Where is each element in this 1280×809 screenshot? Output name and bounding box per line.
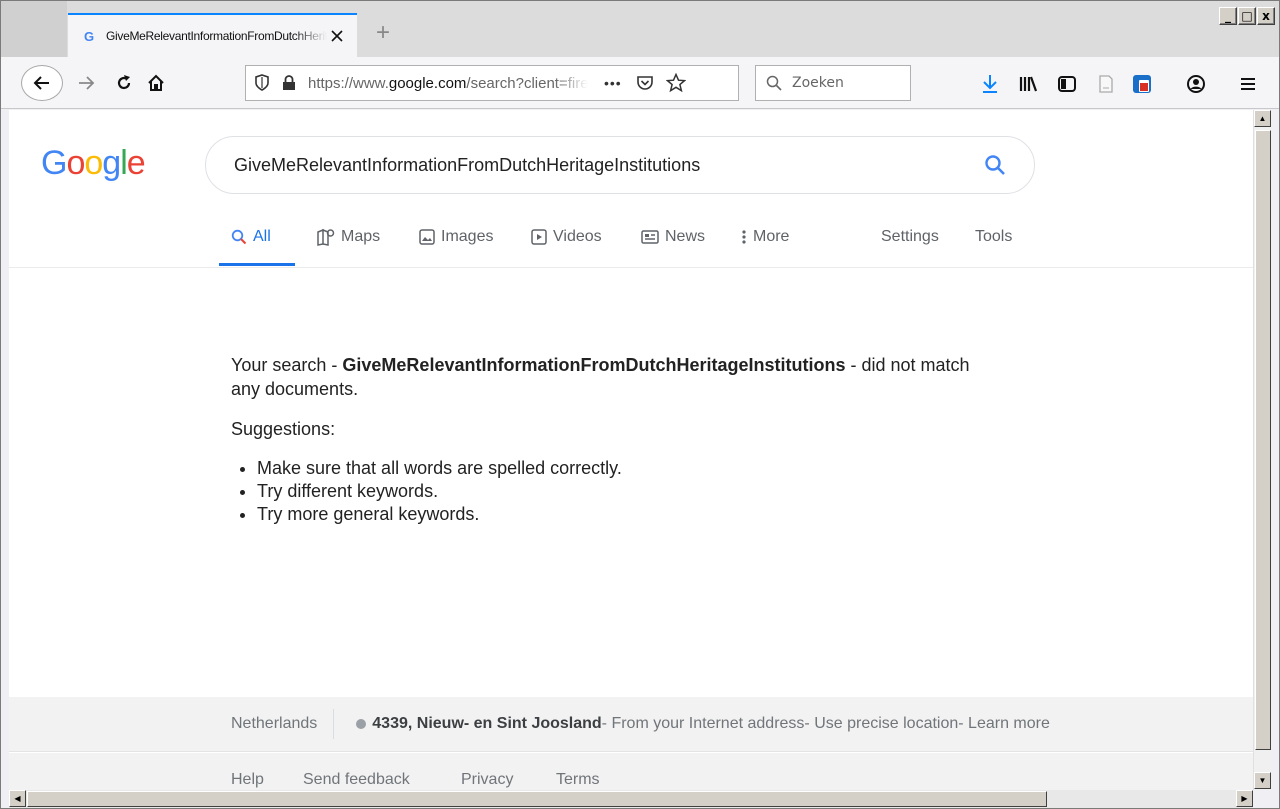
tab-strip: G GiveMeRelevantInformationFromDutchHeri… xyxy=(1,1,1279,57)
location-dot-icon xyxy=(356,719,367,729)
active-tab-indicator xyxy=(219,263,295,266)
pocket-icon[interactable] xyxy=(636,74,654,92)
list-item: Try different keywords. xyxy=(257,480,1001,503)
window-controls: _ □ x xyxy=(1219,7,1275,25)
google-logo[interactable]: Google xyxy=(41,144,146,183)
list-item: Try more general keywords. xyxy=(257,503,1001,526)
tab-news[interactable]: News xyxy=(641,228,705,246)
use-precise-location-link[interactable]: - Use precise location xyxy=(804,715,958,733)
minimize-button[interactable]: _ xyxy=(1219,7,1237,25)
browser-search-bar[interactable] xyxy=(755,65,911,101)
page-actions-icon[interactable]: ••• xyxy=(604,75,622,91)
logo-letter: e xyxy=(126,144,146,182)
google-search-box[interactable]: GiveMeRelevantInformationFromDutchHerita… xyxy=(205,136,1035,194)
suggestions-list: Make sure that all words are spelled cor… xyxy=(257,457,1001,526)
logo-letter: o xyxy=(84,144,103,182)
search-query[interactable]: GiveMeRelevantInformationFromDutchHerita… xyxy=(234,155,984,176)
forward-button[interactable] xyxy=(69,66,103,100)
scroll-down-arrow-icon[interactable]: ▼ xyxy=(1254,772,1271,789)
menu-icon[interactable] xyxy=(1237,73,1259,95)
vertical-scroll-thumb[interactable] xyxy=(1255,130,1271,750)
logo-letter: G xyxy=(41,144,67,182)
tab-maps[interactable]: Maps xyxy=(317,228,380,246)
back-arrow-icon xyxy=(33,76,49,90)
header-divider xyxy=(9,267,1253,268)
footer-terms-link[interactable]: Terms xyxy=(556,771,600,789)
scroll-right-arrow-icon[interactable]: ▶ xyxy=(1236,790,1253,807)
maximize-button[interactable]: □ xyxy=(1238,7,1256,25)
sidebar-icon[interactable] xyxy=(1056,73,1078,95)
google-favicon-icon: G xyxy=(82,28,98,44)
logo-letter: o xyxy=(66,144,85,182)
reader-icon[interactable] xyxy=(1095,73,1117,95)
footer-country: Netherlands xyxy=(231,709,335,739)
play-icon xyxy=(531,229,547,245)
tab-label: Maps xyxy=(341,228,381,245)
navigation-toolbar: https://www.google.com/search?client=fir… xyxy=(1,57,1279,109)
scroll-left-arrow-icon[interactable]: ◀ xyxy=(9,790,26,807)
download-icon[interactable] xyxy=(979,73,1001,95)
new-tab-button[interactable]: + xyxy=(369,19,397,47)
forward-arrow-icon xyxy=(79,76,95,90)
tab-videos[interactable]: Videos xyxy=(531,228,602,246)
search-tabs: All Maps Images Videos News More Setting… xyxy=(219,218,1039,268)
library-icon[interactable] xyxy=(1017,73,1039,95)
list-item: Make sure that all words are spelled cor… xyxy=(257,457,1001,480)
logo-letter: g xyxy=(102,144,121,182)
extension-icon[interactable] xyxy=(1131,73,1153,95)
image-icon xyxy=(419,229,435,245)
footer-location: Netherlands 4339, Nieuw- en Sint Jooslan… xyxy=(9,697,1253,752)
learn-more-link[interactable]: - Learn more xyxy=(958,715,1050,733)
reload-icon xyxy=(117,75,131,90)
svg-text:G: G xyxy=(84,29,94,43)
browser-search-input[interactable] xyxy=(792,75,892,91)
lock-icon[interactable] xyxy=(282,75,296,91)
page-viewport: Google GiveMeRelevantInformationFromDutc… xyxy=(9,110,1253,790)
back-button[interactable] xyxy=(21,65,63,101)
tab-images[interactable]: Images xyxy=(419,228,493,246)
footer-links: Help Send feedback Privacy Terms xyxy=(9,753,1253,790)
address-bar[interactable]: https://www.google.com/search?client=fir… xyxy=(245,65,739,101)
home-button[interactable] xyxy=(139,66,173,100)
tab-all[interactable]: All xyxy=(231,228,271,246)
footer-help-link[interactable]: Help xyxy=(231,771,264,789)
tab-label: All xyxy=(253,228,271,245)
close-tab-icon[interactable] xyxy=(327,26,347,46)
vertical-scrollbar[interactable]: ▲ ▼ xyxy=(1253,110,1271,790)
suggestions-label: Suggestions: xyxy=(231,419,336,439)
horizontal-scroll-thumb[interactable] xyxy=(27,791,1047,807)
news-icon xyxy=(641,230,659,244)
scroll-up-arrow-icon[interactable]: ▲ xyxy=(1254,110,1271,127)
tab-more[interactable]: More xyxy=(741,228,789,246)
star-icon[interactable] xyxy=(665,73,686,93)
map-icon xyxy=(317,228,335,246)
tab-label: Videos xyxy=(553,228,602,245)
settings-link[interactable]: Settings xyxy=(881,228,939,246)
tools-link[interactable]: Tools xyxy=(975,228,1012,246)
tab-title: GiveMeRelevantInformationFromDutchHerita… xyxy=(106,29,327,43)
no-results-message: Your search - GiveMeRelevantInformationF… xyxy=(231,353,1001,526)
browser-tab[interactable]: G GiveMeRelevantInformationFromDutchHeri… xyxy=(68,13,357,57)
reload-button[interactable] xyxy=(107,66,141,100)
footer-privacy-link[interactable]: Privacy xyxy=(461,771,513,789)
tab-label: News xyxy=(665,228,706,245)
horizontal-scrollbar[interactable]: ◀ ▶ xyxy=(9,790,1253,808)
shield-icon[interactable] xyxy=(254,74,270,92)
tab-strip-drag-area[interactable] xyxy=(1,1,67,57)
footer-feedback-link[interactable]: Send feedback xyxy=(303,771,410,789)
tab-label: Images xyxy=(441,228,494,245)
close-window-button[interactable]: x xyxy=(1257,7,1275,25)
search-icon xyxy=(766,75,782,91)
browser-window: G GiveMeRelevantInformationFromDutchHeri… xyxy=(0,0,1280,809)
footer-place: 4339, Nieuw- en Sint Joosland xyxy=(372,715,602,732)
account-icon[interactable] xyxy=(1185,73,1207,95)
search-icon[interactable] xyxy=(984,154,1006,176)
home-icon xyxy=(148,74,164,91)
search-icon xyxy=(231,229,247,245)
no-match-text: Your search - GiveMeRelevantInformationF… xyxy=(231,355,970,399)
url-text[interactable]: https://www.google.com/search?client=fir… xyxy=(308,75,588,92)
tab-label: More xyxy=(753,228,790,245)
footer-from-address: - From your Internet address xyxy=(601,715,805,732)
more-vertical-icon xyxy=(742,230,746,244)
